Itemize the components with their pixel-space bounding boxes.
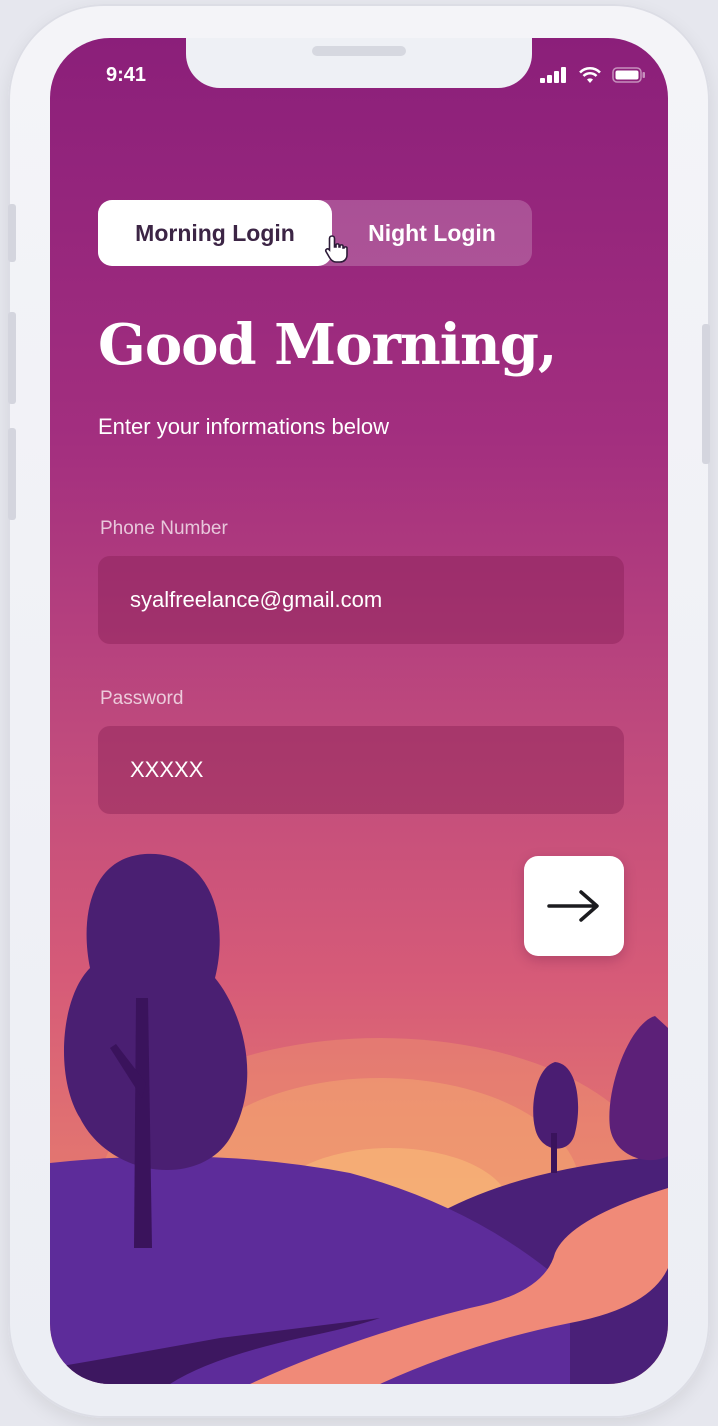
greeting-heading: Good Morning, — [98, 312, 557, 378]
power-button — [702, 324, 710, 464]
small-tree-trunk — [551, 1133, 557, 1173]
hand-cursor-icon — [324, 235, 348, 263]
signal-icon — [540, 67, 566, 83]
password-label: Password — [100, 688, 184, 709]
app-screen: 9:41 Morning Login Night Login Good Morn… — [50, 38, 668, 1384]
tab-night-login[interactable]: Night Login — [332, 200, 532, 266]
phone-label: Phone Number — [100, 518, 228, 539]
subtitle: Enter your informations below — [98, 414, 390, 439]
right-tree — [609, 1016, 668, 1161]
speaker-grille — [312, 46, 406, 56]
big-tree-crown — [63, 853, 248, 1171]
status-icons — [540, 66, 646, 84]
status-time: 9:41 — [106, 64, 147, 86]
volume-down-button — [8, 428, 16, 520]
battery-icon — [612, 67, 645, 83]
arrow-right-icon — [547, 890, 599, 922]
tab-morning-login[interactable]: Morning Login — [98, 200, 332, 266]
mute-switch — [8, 204, 16, 262]
volume-up-button — [8, 312, 16, 404]
wifi-icon — [579, 67, 601, 83]
login-mode-toggle: Morning Login Night Login — [98, 200, 532, 266]
password-input[interactable]: XXXXX — [98, 726, 624, 814]
submit-button[interactable] — [524, 856, 624, 956]
notch — [186, 38, 532, 88]
phone-input[interactable]: syalfreelance@gmail.com — [98, 556, 624, 644]
